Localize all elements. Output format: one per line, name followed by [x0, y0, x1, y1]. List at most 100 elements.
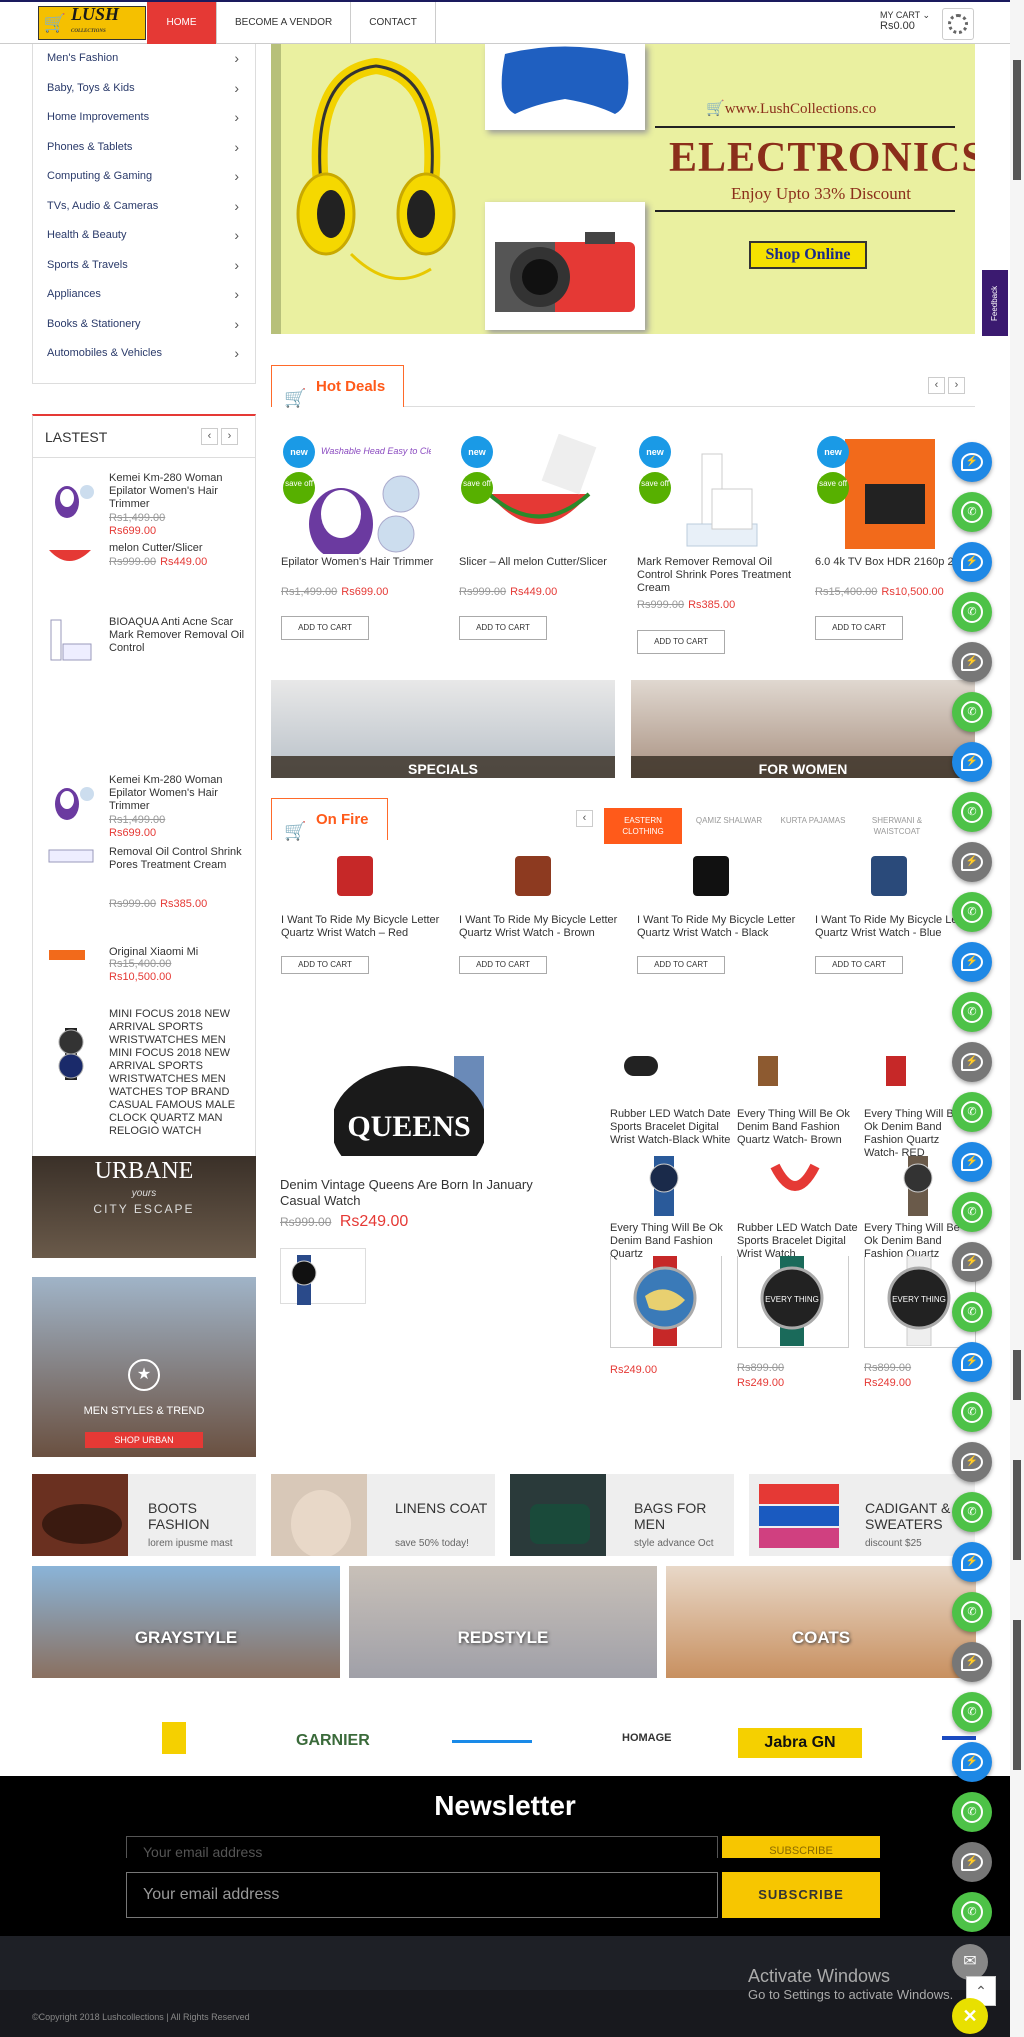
grid-product-card[interactable]: [610, 1256, 722, 1348]
scrollbar-thumb-3[interactable]: [1013, 1460, 1021, 1560]
urbane-banner[interactable]: URBANE yours CITY ESCAPE: [32, 1156, 256, 1258]
whatsapp-button[interactable]: ✆: [952, 1092, 992, 1132]
bags-for-men-banner[interactable]: BAGS FOR MEN style advance Oct: [510, 1474, 734, 1556]
next-arrow-icon[interactable]: ›: [948, 377, 965, 394]
grid-product-name[interactable]: Rubber LED Watch Date Sports Bracelet Di…: [737, 1222, 863, 1260]
scrollbar-thumb[interactable]: [1013, 60, 1021, 180]
whatsapp-button[interactable]: ✆: [952, 492, 992, 532]
whatsapp-button[interactable]: ✆: [952, 592, 992, 632]
messenger-button[interactable]: ⚡: [952, 1542, 992, 1582]
tab-eastern-clothing[interactable]: EASTERN CLOTHING: [604, 808, 682, 844]
messenger-button[interactable]: ⚡: [952, 1742, 992, 1782]
linens-coat-banner[interactable]: LINENS COAT save 50% today!: [271, 1474, 495, 1556]
messenger-button[interactable]: ⚡: [952, 442, 992, 482]
product-name[interactable]: MINI FOCUS 2018 NEW ARRIVAL SPORTS WRIST…: [109, 1008, 251, 1148]
messenger-button[interactable]: ⚡: [952, 1442, 992, 1482]
product-name[interactable]: Epilator Women's Hair Trimmer: [281, 556, 441, 569]
grid-product-name[interactable]: Rubber LED Watch Date Sports Bracelet Di…: [610, 1108, 736, 1156]
product-name[interactable]: Slicer – All melon Cutter/Slicer: [459, 556, 619, 569]
product-name[interactable]: I Want To Ride My Bicycle Letter Quartz …: [459, 914, 619, 940]
men-styles-banner[interactable]: ★ MEN STYLES & TREND SHOP URBAN: [32, 1277, 256, 1457]
brand-homage[interactable]: HOMAGE: [622, 1732, 672, 1744]
whatsapp-button[interactable]: ✆: [952, 892, 992, 932]
messenger-button[interactable]: ⚡: [952, 1042, 992, 1082]
featured-product-image[interactable]: QUEENS: [334, 1056, 484, 1156]
next-arrow-icon[interactable]: ›: [221, 428, 238, 445]
nav-home[interactable]: HOME: [147, 2, 217, 44]
hero-banner[interactable]: 🛒www.LushCollections.co ELECTRONICS Enjo…: [271, 44, 975, 334]
messenger-button[interactable]: ⚡: [952, 1842, 992, 1882]
messenger-button[interactable]: ⚡: [952, 1142, 992, 1182]
boots-fashion-banner[interactable]: BOOTS FASHION lorem ipusme mast: [32, 1474, 256, 1556]
feedback-tab[interactable]: Feedback: [982, 270, 1008, 336]
grid-product-name[interactable]: Every Thing Will Be Ok Denim Band Fashio…: [610, 1222, 736, 1260]
product-name[interactable]: melon Cutter/Slicer: [109, 542, 251, 555]
nav-become-vendor[interactable]: BECOME A VENDOR: [217, 2, 352, 44]
brand-blue-logo-icon[interactable]: [452, 1740, 532, 1752]
grid-product-card[interactable]: EVERY THING: [737, 1256, 849, 1348]
graystyle-banner[interactable]: GRAYSTYLE: [32, 1566, 340, 1678]
whatsapp-button[interactable]: ✆: [952, 1292, 992, 1332]
whatsapp-button[interactable]: ✆: [952, 1592, 992, 1632]
mail-button[interactable]: ✉: [952, 1944, 988, 1980]
tab-qamiz-shalwar[interactable]: QAMIZ SHALWAR: [690, 808, 768, 844]
redstyle-banner[interactable]: REDSTYLE: [349, 1566, 657, 1678]
featured-thumbnail[interactable]: [280, 1248, 366, 1305]
brand-jabra[interactable]: Jabra GN: [738, 1728, 862, 1758]
close-chat-button[interactable]: ✕: [952, 1998, 988, 2034]
add-to-cart-button[interactable]: ADD TO CART: [815, 956, 903, 974]
site-logo[interactable]: 🛒 LUSH COLLECTIONS: [38, 5, 146, 40]
product-name[interactable]: Kemei Km-280 Woman Epilator Women's Hair…: [109, 774, 251, 813]
product-name[interactable]: Removal Oil Control Shrink Pores Treatme…: [109, 846, 251, 872]
prev-arrow-icon[interactable]: ‹: [576, 810, 593, 827]
add-to-cart-button[interactable]: ADD TO CART: [637, 956, 725, 974]
product-name[interactable]: BIOAQUA Anti Acne Scar Mark Remover Remo…: [109, 616, 251, 655]
messenger-button[interactable]: ⚡: [952, 842, 992, 882]
prev-arrow-icon[interactable]: ‹: [928, 377, 945, 394]
whatsapp-button[interactable]: ✆: [952, 792, 992, 832]
category-item[interactable]: Books & Stationery: [33, 310, 255, 340]
whatsapp-button[interactable]: ✆: [952, 1492, 992, 1532]
shop-urban-button[interactable]: SHOP URBAN: [85, 1432, 203, 1448]
nav-contact[interactable]: CONTACT: [351, 2, 436, 44]
add-to-cart-button[interactable]: ADD TO CART: [815, 616, 903, 640]
category-item[interactable]: Home Improvements: [33, 103, 255, 133]
subscribe-button[interactable]: SUBSCRIBE: [722, 1872, 880, 1918]
featured-product-name[interactable]: Denim Vintage Queens Are Born In January…: [280, 1177, 570, 1209]
messenger-button[interactable]: ⚡: [952, 1642, 992, 1682]
messenger-button[interactable]: ⚡: [952, 742, 992, 782]
category-item[interactable]: TVs, Audio & Cameras: [33, 192, 255, 222]
category-item[interactable]: Men's Fashion: [33, 44, 255, 74]
product-name[interactable]: Mark Remover Removal Oil Control Shrink …: [637, 556, 797, 595]
whatsapp-button[interactable]: ✆: [952, 1192, 992, 1232]
whatsapp-button[interactable]: ✆: [952, 1892, 992, 1932]
messenger-button[interactable]: ⚡: [952, 1342, 992, 1382]
cart-loading-icon[interactable]: [942, 8, 974, 40]
for-women-banner[interactable]: FOR WOMEN: [631, 680, 975, 778]
category-item[interactable]: Baby, Toys & Kids: [33, 74, 255, 104]
messenger-button[interactable]: ⚡: [952, 542, 992, 582]
specials-banner[interactable]: SPECIALS: [271, 680, 615, 778]
scrollbar-thumb-2[interactable]: [1013, 1350, 1021, 1400]
whatsapp-button[interactable]: ✆: [952, 1792, 992, 1832]
email-input[interactable]: Your email address: [126, 1872, 718, 1918]
product-name[interactable]: 6.0 4k TV Box HDR 2160p 2016: [815, 556, 975, 569]
add-to-cart-button[interactable]: ADD TO CART: [281, 616, 369, 640]
messenger-button[interactable]: ⚡: [952, 942, 992, 982]
on-fire-tab[interactable]: 🛒 On Fire: [271, 798, 388, 841]
add-to-cart-button[interactable]: ADD TO CART: [459, 956, 547, 974]
add-to-cart-button[interactable]: ADD TO CART: [281, 956, 369, 974]
grid-product-name[interactable]: Every Thing Will Be Ok Denim Band Fashio…: [737, 1108, 863, 1156]
whatsapp-button[interactable]: ✆: [952, 692, 992, 732]
brand-garnier[interactable]: GARNIER: [296, 1732, 370, 1750]
prev-arrow-icon[interactable]: ‹: [201, 428, 218, 445]
ferrari-logo-icon[interactable]: [162, 1722, 186, 1754]
category-item[interactable]: Computing & Gaming: [33, 162, 255, 192]
whatsapp-button[interactable]: ✆: [952, 1392, 992, 1432]
category-item[interactable]: Phones & Tablets: [33, 133, 255, 163]
messenger-button[interactable]: ⚡: [952, 1242, 992, 1282]
product-name[interactable]: I Want To Ride My Bicycle Letter Quartz …: [815, 914, 975, 940]
my-cart[interactable]: MY CART ⌄ Rs0.00: [880, 10, 930, 32]
shop-online-button[interactable]: Shop Online: [749, 241, 867, 269]
coats-banner[interactable]: COATS: [666, 1566, 976, 1678]
